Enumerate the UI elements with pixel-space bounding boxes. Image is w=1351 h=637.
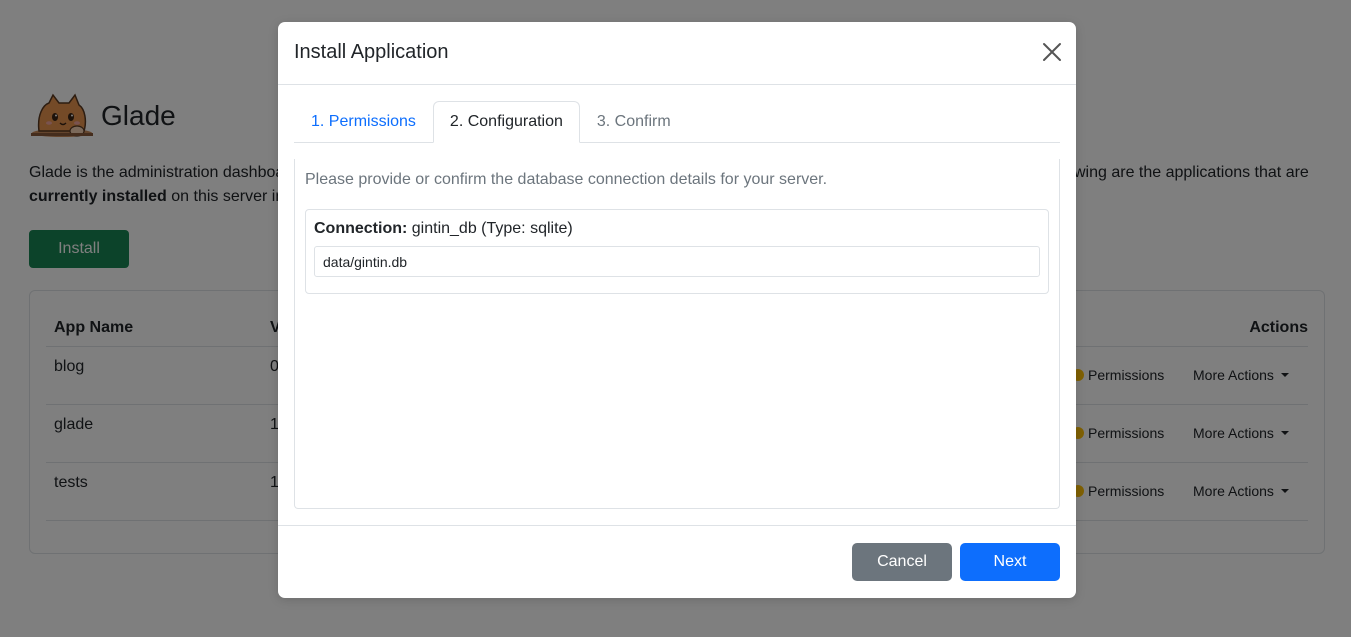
modal-title: Install Application bbox=[294, 41, 449, 63]
install-steps-tabs: 1. Permissions 2. Configuration 3. Confi… bbox=[294, 101, 1060, 143]
connection-label-bold: Connection: bbox=[314, 220, 408, 237]
cancel-button[interactable]: Cancel bbox=[852, 543, 952, 581]
connection-label-rest: gintin_db (Type: sqlite) bbox=[407, 220, 573, 237]
connection-path-input[interactable] bbox=[314, 246, 1040, 277]
tab-permissions[interactable]: 1. Permissions bbox=[294, 101, 433, 143]
install-application-modal: Install Application 1. Permissions 2. Co… bbox=[278, 22, 1076, 598]
connection-label: Connection: gintin_db (Type: sqlite) bbox=[314, 220, 573, 238]
connection-card: Connection: gintin_db (Type: sqlite) bbox=[305, 209, 1049, 294]
configuration-description: Please provide or confirm the database c… bbox=[305, 171, 828, 188]
tab-confirm[interactable]: 3. Confirm bbox=[580, 101, 688, 143]
tab-configuration[interactable]: 2. Configuration bbox=[432, 101, 580, 143]
close-icon[interactable] bbox=[1042, 42, 1062, 62]
configuration-pane: Please provide or confirm the database c… bbox=[294, 159, 1060, 509]
next-button[interactable]: Next bbox=[960, 543, 1060, 581]
modal-header: Install Application bbox=[278, 22, 1076, 85]
modal-footer: Cancel Next bbox=[278, 525, 1076, 598]
